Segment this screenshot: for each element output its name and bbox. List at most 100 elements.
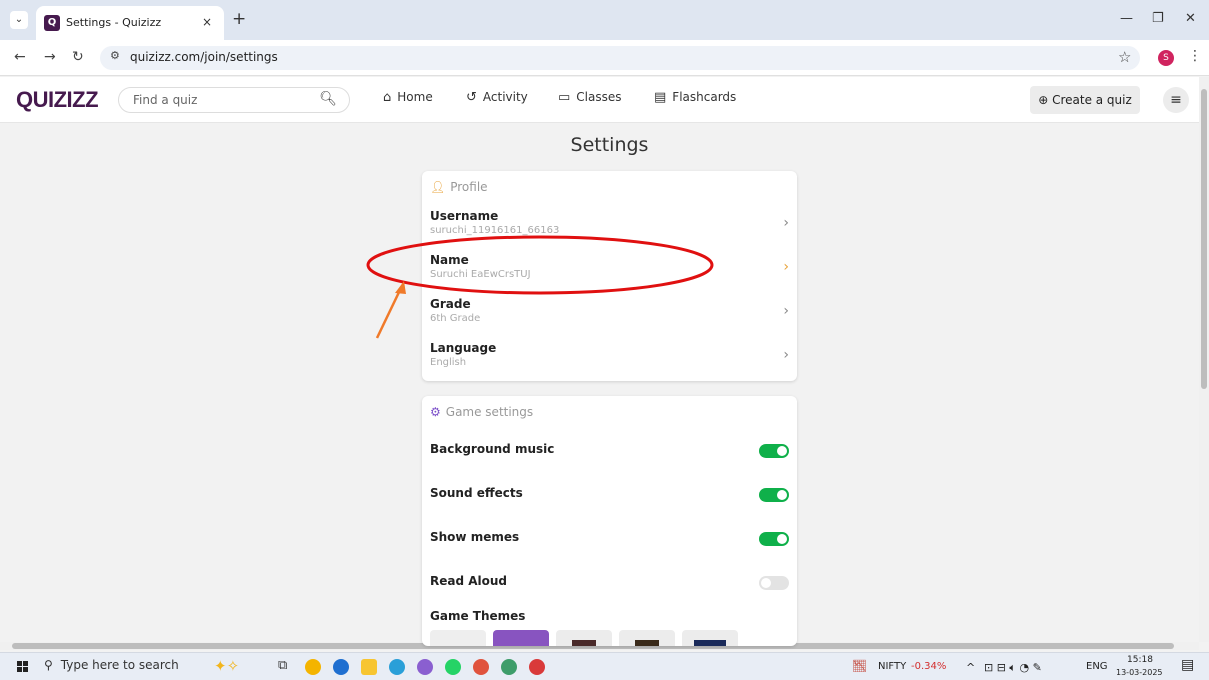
forward-icon[interactable]: → (44, 49, 56, 65)
profile-avatar[interactable]: S (1158, 50, 1174, 66)
profile-section-header: 👤︎ Profile (430, 180, 488, 194)
user-icon: 👤︎ (430, 180, 446, 194)
classroom-icon: ▭ (558, 90, 571, 105)
tray-icons[interactable]: ⊡ ⊟ 🔈︎ ◔ ✎ (984, 661, 1042, 675)
notifications-icon[interactable]: ▤ (1181, 657, 1194, 673)
quiz-search-input[interactable]: Find a quiz 🔍︎ (118, 87, 350, 113)
language-label: Language (430, 341, 497, 355)
chevron-right-icon: › (783, 303, 789, 319)
profile-header-label: Profile (450, 180, 488, 194)
clock-time[interactable]: 15:18 (1127, 655, 1153, 665)
browser-tab-active[interactable]: Q Settings - Quizizz × (36, 6, 224, 40)
tab-close-icon[interactable]: × (202, 15, 212, 29)
read-aloud-label: Read Aloud (430, 574, 508, 588)
windows-start-icon[interactable] (17, 661, 29, 673)
create-quiz-label: Create a quiz (1052, 93, 1132, 107)
chrome-profile-1-icon[interactable] (473, 659, 489, 675)
flashcards-icon: ▤ (654, 90, 667, 105)
browser-menu-icon[interactable]: ⋮ (1188, 48, 1202, 64)
restore-icon[interactable]: ❐ (1152, 11, 1164, 26)
game-settings-header: ⚙ Game settings (430, 405, 533, 419)
background-music-toggle[interactable] (759, 444, 789, 458)
annotation-arrow-head (395, 281, 406, 294)
vertical-scrollbar[interactable] (1199, 77, 1209, 642)
theme-option[interactable] (682, 630, 738, 646)
tray-overflow-icon[interactable]: ^ (966, 661, 975, 674)
game-themes-label: Game Themes (430, 609, 526, 623)
window-close-icon[interactable]: ✕ (1185, 11, 1196, 26)
site-settings-icon[interactable]: ⚙ (110, 49, 120, 62)
tab-search-dropdown-icon[interactable]: ⌄ (10, 11, 28, 29)
nav-home-label: Home (397, 90, 433, 104)
back-icon[interactable]: ← (14, 49, 26, 65)
tab-title: Settings - Quizizz (66, 16, 162, 29)
browser-tab-strip: ⌄ Q Settings - Quizizz × + — ❐ ✕ (0, 0, 1209, 40)
profile-row-username[interactable]: Username suruchi_11916161_66163 › (422, 203, 797, 247)
home-icon: ⌂ (383, 90, 392, 105)
bookmark-star-icon[interactable]: ☆ (1118, 48, 1131, 66)
name-value: Suruchi EaEwCrsTUJ (430, 269, 531, 280)
plus-circle-icon: ⊕ (1038, 93, 1049, 107)
chevron-right-icon: › (783, 215, 789, 231)
task-view-icon[interactable]: ⧉ (278, 658, 287, 673)
username-label: Username (430, 209, 499, 223)
windows-taskbar: ⚲ Type here to search ✦✧ ⧉ 📉︎ NIFTY -0.34… (0, 652, 1209, 680)
language-value: English (430, 357, 467, 368)
language-indicator[interactable]: ENG (1086, 661, 1108, 672)
new-tab-icon[interactable]: + (232, 9, 246, 29)
toggle-knob (777, 534, 787, 544)
url-text[interactable]: quizizz.com/join/settings (130, 50, 278, 64)
nifty-change[interactable]: -0.34% (911, 661, 946, 672)
theme-option[interactable] (556, 630, 612, 646)
profile-row-grade[interactable]: Grade 6th Grade › (422, 291, 797, 335)
file-explorer-icon[interactable] (361, 659, 377, 675)
annotation-arrow-line (375, 287, 403, 339)
search-icon: ⚲ (44, 658, 53, 672)
toggle-knob (777, 446, 787, 456)
search-icon[interactable]: 🔍︎ (319, 91, 337, 107)
theme-option[interactable] (430, 630, 486, 646)
page-title: Settings (570, 134, 649, 156)
outlook-app-icon[interactable] (333, 659, 349, 675)
nav-activity[interactable]: ↺ Activity (466, 90, 528, 105)
create-quiz-button[interactable]: ⊕ Create a quiz (1030, 86, 1140, 114)
hamburger-menu-icon[interactable]: ≡ (1163, 87, 1189, 113)
reload-icon[interactable]: ↻ (72, 49, 84, 65)
edge-app-icon[interactable] (389, 659, 405, 675)
sound-effects-toggle[interactable] (759, 488, 789, 502)
copilot-app-icon[interactable] (417, 659, 433, 675)
username-value: suruchi_11916161_66163 (430, 225, 560, 236)
grade-label: Grade (430, 297, 471, 311)
browser-toolbar: ← → ↻ ⚙ quizizz.com/join/settings ☆ S ⋮ (0, 40, 1209, 76)
address-bar[interactable]: ⚙ quizizz.com/join/settings (100, 46, 1140, 70)
quizizz-header: QUIZIZZ Find a quiz 🔍︎ ⌂ Home ↺ Activity ▭… (0, 77, 1199, 123)
profile-row-language[interactable]: Language English › (422, 335, 797, 379)
chrome-profile-3-icon[interactable] (529, 659, 545, 675)
theme-option[interactable] (493, 630, 549, 646)
clock-date[interactable]: 13-03-2025 (1116, 668, 1163, 677)
toggle-knob (777, 490, 787, 500)
search-placeholder: Find a quiz (133, 93, 198, 107)
chrome-profile-2-icon[interactable] (501, 659, 517, 675)
profile-row-name[interactable]: Name Suruchi EaEwCrsTUJ › (422, 247, 797, 291)
gears-icon: ⚙ (430, 405, 441, 419)
nav-home[interactable]: ⌂ Home (383, 90, 433, 105)
nav-flashcards-label: Flashcards (672, 90, 737, 104)
nifty-label[interactable]: NIFTY (878, 661, 906, 672)
nav-activity-label: Activity (482, 90, 528, 104)
whatsapp-app-icon[interactable] (445, 659, 461, 675)
show-memes-toggle[interactable] (759, 532, 789, 546)
background-music-label: Background music (430, 442, 555, 456)
toggle-knob (761, 578, 771, 588)
theme-option[interactable] (619, 630, 675, 646)
read-aloud-toggle[interactable] (759, 576, 789, 590)
taskbar-search-placeholder: Type here to search (60, 658, 179, 672)
copilot-sparkle-icon[interactable]: ✦✧ (214, 657, 239, 675)
quizizz-logo[interactable]: QUIZIZZ (16, 87, 99, 113)
minimize-icon[interactable]: — (1120, 11, 1133, 26)
nav-flashcards[interactable]: ▤ Flashcards (654, 90, 736, 105)
nav-classes[interactable]: ▭ Classes (558, 90, 622, 105)
name-label: Name (430, 253, 469, 267)
taskbar-search-input[interactable]: ⚲ Type here to search (44, 658, 179, 672)
chrome-app-icon[interactable] (305, 659, 321, 675)
